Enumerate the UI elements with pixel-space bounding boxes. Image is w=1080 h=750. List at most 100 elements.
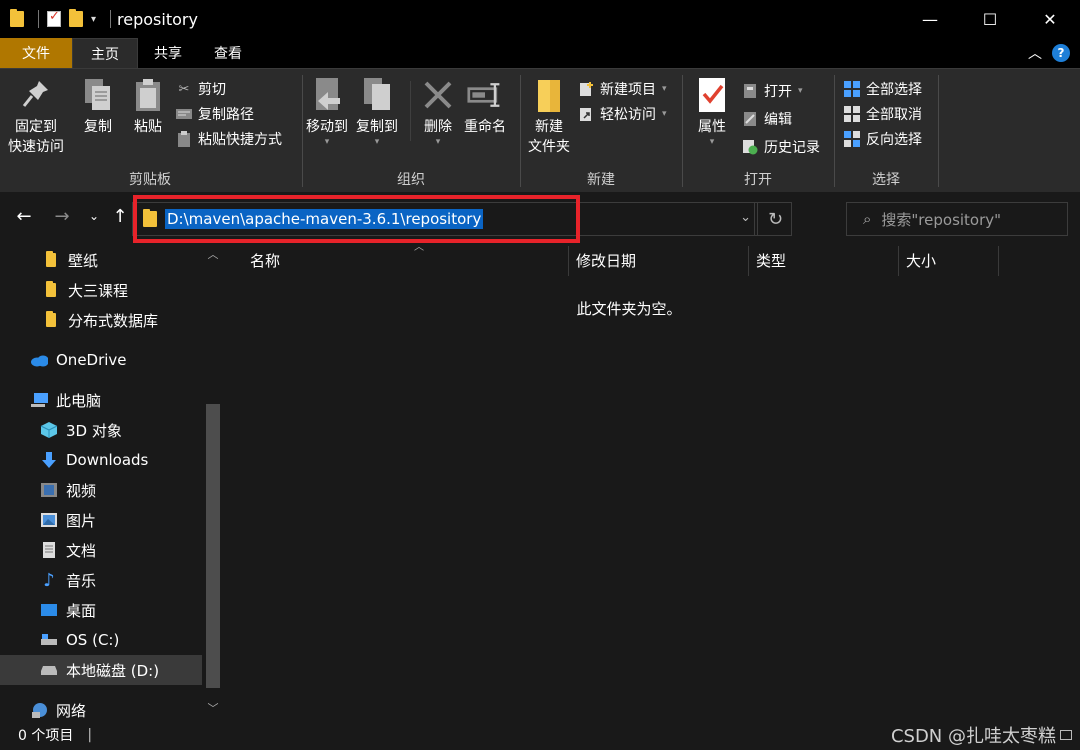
minimize-button[interactable]: —	[900, 0, 960, 38]
folder-icon	[42, 311, 60, 328]
drive-icon	[40, 632, 58, 648]
divider	[110, 10, 112, 28]
recent-locations-chevron-icon[interactable]: ⌄	[82, 209, 106, 223]
nav-item-label: 桌面	[66, 601, 97, 620]
nav-item-distributed-db[interactable]: 分布式数据库	[0, 305, 202, 335]
music-icon: ♪	[43, 569, 55, 591]
paste-label: 粘贴	[134, 119, 162, 135]
move-to-button[interactable]: 移动到 ▾	[306, 75, 348, 147]
tab-view[interactable]: 查看	[198, 38, 258, 68]
navigation-pane: 壁纸 大三课程 分布式数据库 OneDrive 此电脑 3D 对象 Downlo…	[0, 244, 228, 720]
delete-icon	[420, 75, 456, 115]
nav-item-label: 本地磁盘 (D:)	[66, 661, 160, 680]
pin-label-line1: 固定到	[15, 119, 57, 135]
nav-item-videos[interactable]: 视频	[0, 475, 202, 505]
column-header-name[interactable]: 名称 ︿	[242, 242, 568, 276]
chevron-down-icon[interactable]: ▾	[91, 14, 96, 25]
copy-path-label: 复制路径	[198, 107, 254, 123]
address-history-chevron-icon[interactable]: ⌄	[740, 210, 751, 225]
network-icon	[30, 702, 48, 718]
select-none-button[interactable]: 全部取消	[844, 102, 922, 126]
new-item-label: 新建项目	[600, 82, 656, 98]
select-none-icon	[844, 106, 860, 122]
new-folder-icon[interactable]	[69, 9, 83, 27]
edit-button[interactable]: 编辑	[742, 107, 792, 131]
scroll-thumb[interactable]	[206, 404, 220, 688]
divider	[38, 10, 39, 28]
properties-button[interactable]: 属性 ▾	[694, 75, 730, 147]
forward-arrow-icon[interactable]: →	[50, 206, 74, 227]
nav-item-desktop[interactable]: 桌面	[0, 595, 202, 625]
scroll-up-icon[interactable]: ︿	[206, 248, 220, 262]
nav-item-music[interactable]: ♪ 音乐	[0, 565, 202, 595]
open-icon	[742, 83, 758, 99]
nav-item-3d-objects[interactable]: 3D 对象	[0, 415, 202, 445]
paste-button[interactable]: 粘贴	[130, 75, 166, 137]
search-input[interactable]: ⌕ 搜索"repository"	[846, 202, 1068, 236]
navigation-bar: ← → ⌄ ↑ D:\maven\apache-maven-3.6.1\repo…	[0, 192, 1080, 244]
rename-button[interactable]: 重命名	[464, 75, 506, 137]
refresh-icon[interactable]: ↻	[757, 203, 793, 235]
nav-item-downloads[interactable]: Downloads	[0, 445, 202, 475]
column-header-modified[interactable]: 修改日期	[568, 244, 748, 276]
pin-label-line2: 快速访问	[8, 139, 64, 155]
select-all-button[interactable]: 全部选择	[844, 77, 922, 101]
folder-icon[interactable]	[10, 9, 24, 27]
address-bar[interactable]: D:\maven\apache-maven-3.6.1\repository ⌄…	[132, 202, 792, 236]
copy-button[interactable]: 复制	[80, 75, 116, 137]
copy-path-icon	[176, 106, 192, 122]
cut-button[interactable]: ✂ 剪切	[176, 77, 226, 101]
properties-icon[interactable]	[47, 9, 61, 27]
up-arrow-icon[interactable]: ↑	[108, 206, 132, 227]
delete-button[interactable]: 删除 ▾	[420, 75, 456, 147]
nav-item-drive-c[interactable]: OS (C:)	[0, 625, 202, 655]
move-to-label: 移动到	[306, 119, 348, 135]
back-arrow-icon[interactable]: ←	[12, 206, 36, 227]
nav-item-drive-d[interactable]: 本地磁盘 (D:)	[0, 655, 202, 685]
nav-item-pictures[interactable]: 图片	[0, 505, 202, 535]
address-path[interactable]: D:\maven\apache-maven-3.6.1\repository	[165, 209, 484, 229]
history-label: 历史记录	[764, 140, 820, 156]
copy-path-button[interactable]: 复制路径	[176, 102, 254, 126]
paste-shortcut-button[interactable]: 粘贴快捷方式	[176, 127, 282, 151]
scroll-down-icon[interactable]: ﹀	[206, 702, 220, 716]
nav-item-wallpaper[interactable]: 壁纸	[0, 245, 202, 275]
nav-pane-scrollbar[interactable]: ︿ ﹀	[202, 244, 224, 720]
properties-label: 属性	[698, 119, 726, 135]
nav-item-onedrive[interactable]: OneDrive	[0, 345, 202, 375]
copy-to-icon	[359, 75, 395, 115]
copy-to-button[interactable]: 复制到 ▾	[356, 75, 398, 147]
nav-item-label: OS (C:)	[66, 631, 120, 649]
quick-access-toolbar: ▾	[0, 9, 112, 28]
invert-selection-button[interactable]: 反向选择	[844, 127, 922, 151]
open-button[interactable]: 打开 ▾	[742, 79, 803, 103]
nav-item-network[interactable]: 网络	[0, 695, 202, 720]
properties-icon	[694, 75, 730, 115]
delete-label: 删除	[424, 119, 452, 135]
tab-file[interactable]: 文件	[0, 38, 72, 68]
tab-share[interactable]: 共享	[138, 38, 198, 68]
cube-icon	[40, 422, 58, 438]
window-title: repository	[117, 9, 198, 29]
help-icon[interactable]: ?	[1052, 44, 1070, 62]
collapse-ribbon-icon[interactable]: ︿	[1028, 43, 1042, 63]
column-size-label: 大小	[906, 251, 937, 270]
computer-icon	[30, 392, 48, 408]
nav-item-documents[interactable]: 文档	[0, 535, 202, 565]
pin-quick-access-button[interactable]: 固定到 快速访问	[8, 75, 64, 157]
column-header-type[interactable]: 类型	[748, 244, 898, 276]
close-button[interactable]: ✕	[1020, 0, 1080, 38]
new-folder-button[interactable]: 新建 文件夹	[528, 75, 570, 157]
new-item-button[interactable]: 新建项目 ▾	[578, 77, 667, 101]
tab-home[interactable]: 主页	[72, 38, 138, 68]
nav-item-junior-courses[interactable]: 大三课程	[0, 275, 202, 305]
maximize-button[interactable]: ☐	[960, 0, 1020, 38]
nav-item-label: OneDrive	[56, 351, 127, 369]
easy-access-button[interactable]: 轻松访问 ▾	[578, 102, 667, 126]
nav-item-this-pc[interactable]: 此电脑	[0, 385, 202, 415]
column-header-size[interactable]: 大小	[898, 244, 998, 276]
folder-icon	[143, 209, 157, 227]
copy-to-label: 复制到	[356, 119, 398, 135]
history-button[interactable]: 历史记录	[742, 135, 820, 159]
details-view-icon[interactable]	[1060, 730, 1072, 740]
